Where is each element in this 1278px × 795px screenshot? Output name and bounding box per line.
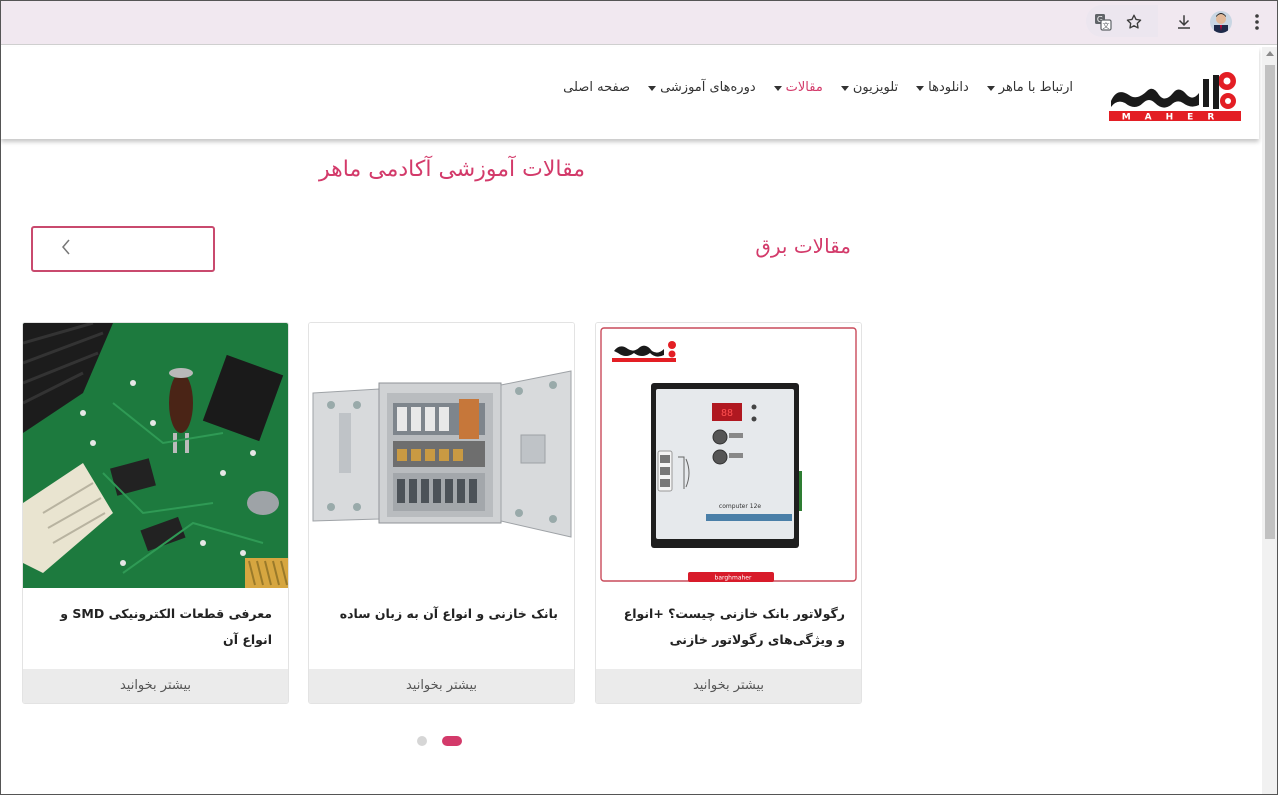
- carousel-nav-box[interactable]: [31, 226, 215, 272]
- caret-down-icon: [986, 86, 995, 91]
- main-nav: صفحه اصلی دوره‌های آموزشی مقالات تلویزیو…: [554, 80, 1082, 95]
- section-title: مقالات برق: [755, 234, 851, 258]
- nav-articles[interactable]: مقالات: [765, 80, 832, 95]
- site-logo[interactable]: MAHER: [1107, 65, 1243, 123]
- caret-down-icon: [840, 86, 849, 91]
- star-icon[interactable]: [1123, 11, 1145, 33]
- caret-down-icon: [648, 86, 657, 91]
- article-card[interactable]: معرفی قطعات الکترونیکی SMD و انواع آن بی…: [22, 322, 289, 704]
- menu-dots-icon[interactable]: [1246, 11, 1268, 33]
- chevron-left-icon[interactable]: [61, 238, 71, 261]
- svg-text:文: 文: [1103, 21, 1110, 30]
- nav-tv[interactable]: تلویزیون: [832, 80, 907, 95]
- page-scrollbar[interactable]: [1262, 47, 1277, 794]
- profile-avatar[interactable]: [1210, 11, 1232, 33]
- svg-text:barghmaher: barghmaher: [715, 575, 752, 582]
- caret-down-icon: [773, 86, 782, 91]
- scroll-up-arrow-icon[interactable]: [1266, 51, 1274, 56]
- carousel-pagination: [417, 736, 463, 746]
- article-card[interactable]: بانک خازنی و انواع آن به زبان ساده بیشتر…: [308, 322, 575, 704]
- scrollbar-thumb[interactable]: [1265, 65, 1275, 539]
- article-image[interactable]: 88 computer 12e barghmaher: [596, 323, 861, 588]
- nav-courses[interactable]: دوره‌های آموزشی: [639, 80, 765, 95]
- nav-downloads[interactable]: دانلودها: [907, 80, 978, 95]
- pagination-dot[interactable]: [417, 736, 427, 746]
- article-title[interactable]: رگولاتور بانک خازنی چیست؟ +انواع و ویژگی…: [612, 601, 845, 653]
- svg-text:computer 12e: computer 12e: [719, 503, 761, 510]
- read-more-button[interactable]: بیشتر بخوانید: [309, 669, 574, 703]
- read-more-button[interactable]: بیشتر بخوانید: [23, 669, 288, 703]
- svg-text:88: 88: [721, 408, 733, 419]
- caret-down-icon: [916, 86, 925, 91]
- pagination-dot-active[interactable]: [442, 736, 462, 746]
- read-more-button[interactable]: بیشتر بخوانید: [596, 669, 861, 703]
- site-header: صفحه اصلی دوره‌های آموزشی مقالات تلویزیو…: [1, 47, 1259, 139]
- article-card[interactable]: 88 computer 12e barghmaher رگولاتور بانک…: [595, 322, 862, 704]
- translate-icon[interactable]: G文: [1092, 11, 1114, 33]
- browser-window: G文 صفحه اصلی دوره‌های آموزشی مقالات تلوی…: [0, 0, 1278, 795]
- article-title[interactable]: معرفی قطعات الکترونیکی SMD و انواع آن: [39, 601, 272, 653]
- nav-home[interactable]: صفحه اصلی: [554, 80, 639, 95]
- article-image[interactable]: [309, 323, 574, 588]
- nav-contact[interactable]: ارتباط با ماهر: [978, 80, 1082, 95]
- download-icon[interactable]: [1173, 11, 1195, 33]
- article-title[interactable]: بانک خازنی و انواع آن به زبان ساده: [325, 601, 558, 627]
- browser-toolbar: G文: [1, 1, 1277, 45]
- svg-text:MAHER: MAHER: [1122, 113, 1229, 122]
- article-image[interactable]: [23, 323, 288, 588]
- page-title: مقالات آموزشی آکادمی ماهر: [319, 157, 585, 182]
